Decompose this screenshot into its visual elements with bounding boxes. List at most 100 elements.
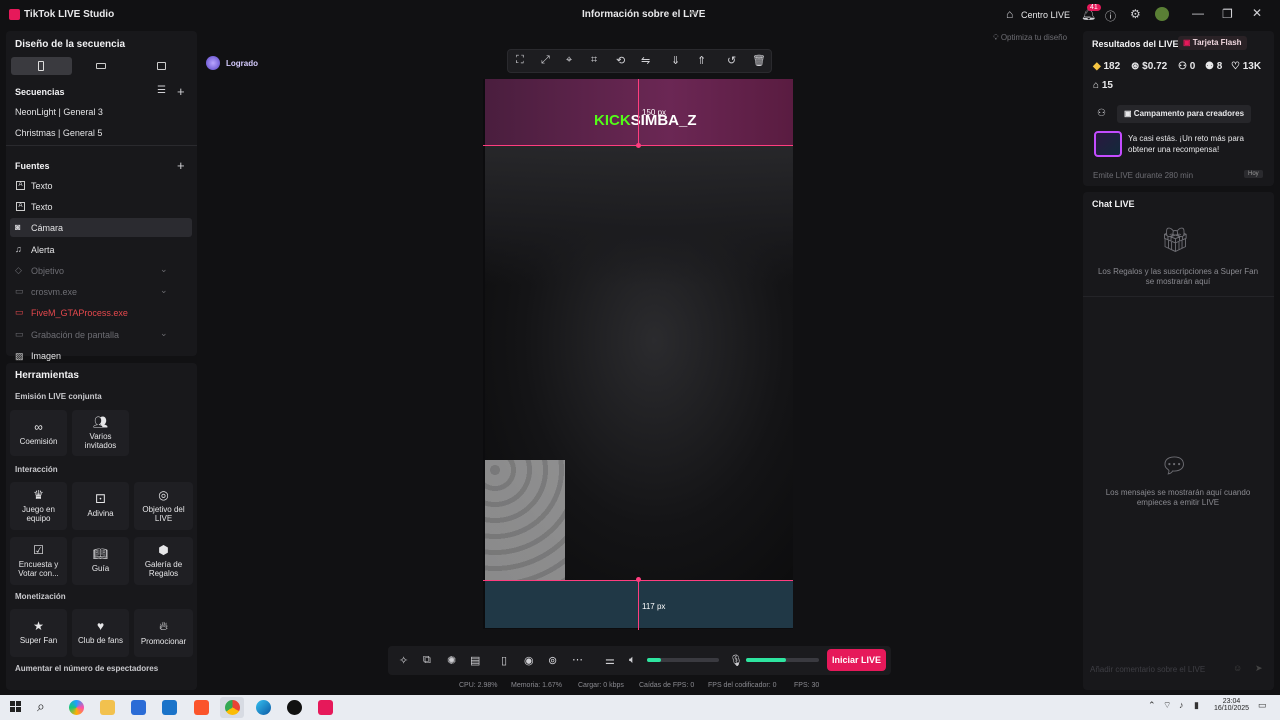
add-sequence-icon[interactable]: + xyxy=(177,84,185,99)
phone-icon[interactable]: ▯ xyxy=(501,654,507,667)
stat-diamonds: ◆ 182 xyxy=(1093,61,1120,72)
app-title: TikTok LIVE Studio xyxy=(24,9,115,20)
flash-card-badge[interactable]: ▣ Tarjeta Flash xyxy=(1178,36,1247,50)
close-icon[interactable]: ✕ xyxy=(1252,6,1262,20)
poll-tool[interactable]: ☑ Encuesta y Votar con... xyxy=(10,537,67,585)
chevron-down-icon[interactable]: ⌄ xyxy=(160,328,168,339)
send-icon[interactable]: ➤ xyxy=(1255,663,1263,674)
memory-status: Memoria: 1.67% xyxy=(511,682,562,689)
source-item[interactable]: Imagen xyxy=(31,351,61,361)
centro-live-link[interactable]: Centro LIVE xyxy=(1021,10,1070,20)
search-icon[interactable]: ⌕ xyxy=(37,698,45,715)
source-item[interactable]: Texto xyxy=(31,181,53,191)
copilot-icon[interactable] xyxy=(69,700,84,715)
guide-handle[interactable] xyxy=(636,143,641,148)
chat-bubble-icon: 💬︎ xyxy=(1160,453,1188,478)
flip-icon[interactable]: ⇋ xyxy=(641,54,650,67)
maximize-icon[interactable]: ❐ xyxy=(1222,7,1233,21)
notifications-icon[interactable]: ▭ xyxy=(1258,700,1267,711)
source-item-hidden[interactable]: crosvm.exe xyxy=(31,287,77,297)
chevron-down-icon[interactable]: ⌄ xyxy=(160,285,168,296)
minimize-icon[interactable]: — xyxy=(1192,6,1204,20)
landscape-icon[interactable] xyxy=(96,63,106,69)
guess-tool[interactable]: ⚀ Adivina xyxy=(72,482,129,530)
windows-start-icon[interactable] xyxy=(10,701,21,712)
record-icon[interactable]: ◉ xyxy=(524,654,534,667)
source-item-camera[interactable]: Cámara xyxy=(31,223,63,233)
home-icon[interactable]: ⌂ xyxy=(1006,7,1013,21)
multi-guest-tool[interactable]: 👥︎ Varios invitados xyxy=(72,410,129,456)
tiktok-live-studio-icon[interactable] xyxy=(318,700,333,715)
microphone-icon[interactable]: 🎙︎ xyxy=(729,654,743,667)
live-info-title[interactable]: Información sobre el LIVE xyxy=(582,9,705,20)
replay-icon[interactable]: ⊚ xyxy=(548,654,557,667)
tool-label: Juego en equipo xyxy=(22,505,55,523)
source-item-hidden[interactable]: Objetivo xyxy=(31,266,64,276)
list-icon[interactable]: ☰ xyxy=(157,85,166,96)
share-icon[interactable]: ➦ xyxy=(689,8,697,19)
gift-gallery-tool[interactable]: ⬢ Galería de Regalos xyxy=(134,537,193,585)
optimize-link[interactable]: 💡︎ Optimiza tu diseño xyxy=(993,33,1067,43)
battery-icon[interactable]: ▮ xyxy=(1194,700,1199,711)
clock[interactable]: 23:04 16/10/2025 xyxy=(1214,698,1249,712)
mic-volume-fill xyxy=(746,658,787,662)
poll-icon: ☑ xyxy=(33,543,44,557)
edge-icon[interactable] xyxy=(256,700,271,715)
brave-browser-icon[interactable] xyxy=(194,700,209,715)
user-settings-icon[interactable]: ⚇ xyxy=(1097,108,1106,119)
achievement-label[interactable]: Logrado xyxy=(226,59,258,68)
undo-icon[interactable]: ↺ xyxy=(727,54,736,67)
settings-gear-icon[interactable]: ⚙ xyxy=(1130,7,1141,21)
speaker-volume-slider[interactable] xyxy=(647,658,719,662)
file-explorer-icon[interactable] xyxy=(100,700,115,715)
mic-volume-slider[interactable] xyxy=(746,658,819,662)
add-source-icon[interactable]: + xyxy=(177,158,185,173)
tool-label: Galería de Regalos xyxy=(144,560,183,578)
add-scene-icon[interactable]: ⧉ xyxy=(423,654,431,667)
speaker-icon[interactable]: 🔈︎ xyxy=(629,654,636,667)
rotate-icon[interactable]: ⟲ xyxy=(616,54,625,67)
fit-icon[interactable]: ⛶ xyxy=(516,54,524,67)
creator-camp-button[interactable]: ▣ Campamento para creadores xyxy=(1117,105,1252,123)
users-icon: ⚉ xyxy=(1205,61,1214,72)
live-goal-tool[interactable]: ◎ Objetivo del LIVE xyxy=(134,482,193,530)
comment-input[interactable]: Añadir comentario sobre el LIVE xyxy=(1090,662,1240,678)
avatar[interactable] xyxy=(1155,7,1169,21)
magic-wand-icon[interactable]: ✧ xyxy=(399,654,408,667)
center-icon[interactable]: ⌖ xyxy=(566,54,572,67)
chevron-up-icon[interactable]: ⌃ xyxy=(1148,700,1156,711)
outlook-icon[interactable] xyxy=(162,700,177,715)
source-item-hidden[interactable]: Grabación de pantalla xyxy=(31,330,119,340)
super-fan-tool[interactable]: ★ Super Fan xyxy=(10,609,67,657)
guide-tool[interactable]: 📖︎ Guía xyxy=(72,537,129,585)
wifi-icon[interactable]: ⌔ xyxy=(1163,700,1171,711)
layer-up-icon[interactable]: ⇑ xyxy=(697,54,706,67)
store-icon[interactable] xyxy=(131,700,146,715)
audio-mixer-icon[interactable]: ⚌ xyxy=(605,654,615,667)
source-item[interactable]: Alerta xyxy=(31,245,55,255)
sequence-item[interactable]: NeonLight | General 3 xyxy=(15,107,103,117)
help-icon[interactable]: ⓘ xyxy=(1105,8,1116,24)
fan-club-tool[interactable]: ♥ Club de fans xyxy=(72,609,129,657)
delete-icon[interactable]: 🗑︎ xyxy=(752,54,766,67)
guide-handle[interactable] xyxy=(636,577,641,582)
cohost-tool[interactable]: ∞ Coemisión xyxy=(10,410,67,456)
chevron-down-icon[interactable]: ⌄ xyxy=(160,264,168,275)
dual-layout-icon[interactable] xyxy=(157,62,166,70)
crop-icon[interactable]: ⌗ xyxy=(591,54,597,67)
obs-icon[interactable] xyxy=(287,700,302,715)
source-item-error[interactable]: FiveM_GTAProcess.exe xyxy=(31,308,128,318)
expand-icon[interactable]: ⤢ xyxy=(541,54,550,67)
volume-icon[interactable]: ♪ xyxy=(1179,700,1184,710)
source-item[interactable]: Texto xyxy=(31,202,53,212)
sequence-item[interactable]: Christmas | General 5 xyxy=(15,128,102,138)
start-live-button[interactable]: Iniciar LIVE xyxy=(827,649,886,671)
effects-icon[interactable]: ✺ xyxy=(447,654,456,667)
team-game-tool[interactable]: ♛ Juego en equipo xyxy=(10,482,67,530)
emoji-icon[interactable]: ☺ xyxy=(1233,663,1242,673)
caption-icon[interactable]: ▤ xyxy=(470,654,480,667)
more-icon[interactable]: ⋯ xyxy=(572,653,583,666)
chrome-icon[interactable] xyxy=(225,700,240,715)
layer-down-icon[interactable]: ⇓ xyxy=(671,54,680,67)
promote-tool[interactable]: 🔥︎ Promocionar xyxy=(134,609,193,657)
